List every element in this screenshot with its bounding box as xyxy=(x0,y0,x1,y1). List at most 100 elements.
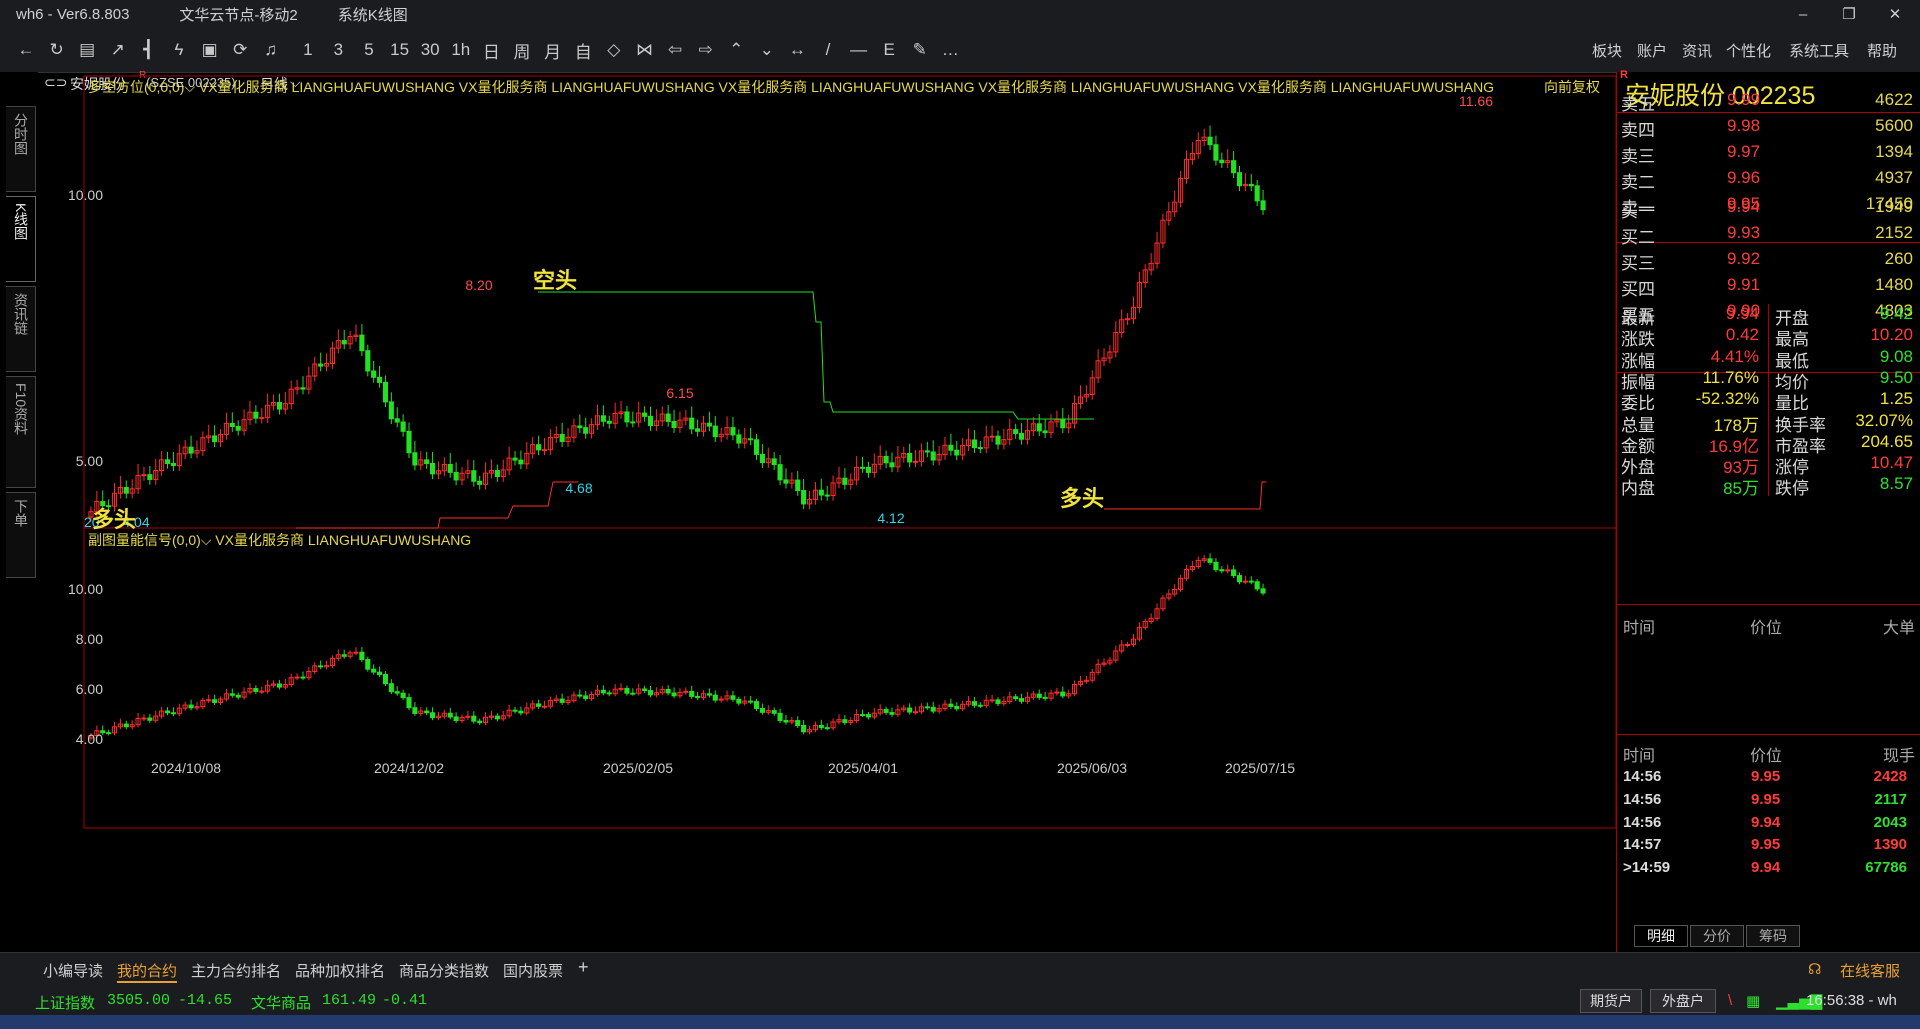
maximize-button[interactable]: ❐ xyxy=(1826,0,1872,28)
asks-row[interactable]: 卖四 9.98 5600 xyxy=(1621,116,1917,142)
toolbar-tool-28-icon[interactable]: E xyxy=(875,37,903,63)
toolbar-tool-22-icon[interactable]: ⇨ xyxy=(692,37,720,63)
asks-row[interactable]: 卖三 9.97 1394 xyxy=(1621,142,1917,168)
candle-body xyxy=(753,439,760,455)
toolbar-tool-5-icon[interactable]: ϟ xyxy=(165,37,193,63)
add-tab-button[interactable]: + xyxy=(578,957,589,978)
toolbar-tool-27-icon[interactable]: — xyxy=(845,37,873,63)
bear-label: 空头 xyxy=(533,268,577,293)
toolbar-tool-1-icon[interactable]: ↻ xyxy=(43,37,71,63)
quote-bottom-tabs: 明细 分价 筹码 xyxy=(1624,925,1910,947)
candle-body xyxy=(583,427,589,434)
footer-tab-main-rank[interactable]: 主力合约排名 xyxy=(191,960,281,981)
tab-news-chain[interactable]: 资讯链 xyxy=(6,286,36,372)
candle-body xyxy=(300,676,306,679)
candle-body xyxy=(1231,569,1237,577)
toolbar-tool-12-icon[interactable]: 15 xyxy=(386,37,414,63)
menu-personalize[interactable]: 个性化 xyxy=(1726,40,1771,61)
toolbar-tool-26-icon[interactable]: / xyxy=(814,37,842,63)
toolbar-tool-24-icon[interactable]: ⌄ xyxy=(753,37,781,63)
footer-tab-category-index[interactable]: 商品分类指数 xyxy=(399,960,489,981)
toolbar-tool-17-icon[interactable]: 月 xyxy=(539,37,567,63)
menu-help[interactable]: 帮助 xyxy=(1867,40,1897,61)
toolbar-tool-18-icon[interactable]: 自 xyxy=(569,37,597,63)
toolbar-tool-19-icon[interactable]: ◇ xyxy=(600,37,628,63)
toolbar-tool-29-icon[interactable]: ✎ xyxy=(906,37,934,63)
bids-row[interactable]: 买二 9.93 2152 xyxy=(1621,223,1917,249)
toolbar-tool-21-icon[interactable]: ⇦ xyxy=(661,37,689,63)
overseas-account-button[interactable]: 外盘户 xyxy=(1650,989,1716,1013)
candle-body xyxy=(647,690,654,696)
menu-tools[interactable]: 系统工具 xyxy=(1789,40,1849,61)
toolbar-tool-14-icon[interactable]: 1h xyxy=(447,37,475,63)
footer-tab-guide[interactable]: 小编导读 xyxy=(43,960,103,981)
toolbar-tool-25-icon[interactable]: ↔ xyxy=(783,37,811,63)
asks-row[interactable]: 卖二 9.96 4937 xyxy=(1621,168,1917,194)
toolbar-tool-2-icon[interactable]: ▤ xyxy=(73,37,101,63)
tick-p: 9.95 xyxy=(1751,768,1781,785)
toolbar-tool-8-icon[interactable]: ♫ xyxy=(257,37,285,63)
toolbar-tool-20-icon[interactable]: ⋈ xyxy=(630,37,658,63)
candle-body xyxy=(1036,693,1042,698)
toolbar-tool-16-icon[interactable]: 周 xyxy=(508,37,536,63)
toolbar-tool-9-icon[interactable]: 1 xyxy=(294,37,322,63)
toolbar-tool-23-icon[interactable]: ⌃ xyxy=(722,37,750,63)
candle-body xyxy=(912,711,919,714)
toolbar-tool-11-icon[interactable]: 5 xyxy=(355,37,383,63)
asks-row[interactable]: 卖五 9.99 4622 xyxy=(1621,90,1917,116)
candle-body xyxy=(318,665,324,668)
footer-tab-domestic-stocks[interactable]: 国内股票 xyxy=(503,960,563,981)
stat-value: 4.41% xyxy=(1710,346,1759,366)
tab-intraday[interactable]: 分时图 xyxy=(6,106,36,192)
futures-account-button[interactable]: 期货户 xyxy=(1580,989,1642,1013)
candle-body xyxy=(388,401,394,420)
candle-body xyxy=(1260,588,1266,594)
stat-value: 9.50 xyxy=(1879,367,1913,387)
bids-row[interactable]: 买一 9.94 1949 xyxy=(1621,197,1917,223)
close-button[interactable]: ✕ xyxy=(1872,0,1918,28)
online-service-link[interactable]: 在线客服 xyxy=(1840,960,1900,981)
toolbar-tool-3-icon[interactable]: ↗ xyxy=(104,37,132,63)
toolbar-tool-30-icon[interactable]: … xyxy=(936,37,964,63)
bids-volume: 1480 xyxy=(1875,275,1913,294)
candle-body xyxy=(536,444,542,451)
toolbar-tool-15-icon[interactable]: 日 xyxy=(477,37,505,63)
toolbar-tool-4-icon[interactable]: ┫ xyxy=(134,37,162,63)
bids-row[interactable]: 买三 9.92 260 xyxy=(1621,249,1917,275)
bids-price: 9.93 xyxy=(1727,223,1761,242)
candle-body xyxy=(759,707,765,713)
kline-chart-area[interactable]: ⊂⊃ 安妮股份 R (SZSE 002235) 日线 ⌵ 多空方位(0,0,0)… xyxy=(38,70,1616,952)
stat-value: 9.94 xyxy=(1725,304,1759,323)
tab-detail[interactable]: 明细 xyxy=(1634,925,1688,947)
tab-price-dist[interactable]: 分价 xyxy=(1690,925,1744,947)
toolbar-tool-6-icon[interactable]: ▣ xyxy=(196,37,224,63)
footer-tab-weighted-rank[interactable]: 品种加权排名 xyxy=(295,960,385,981)
candle-body xyxy=(318,363,324,367)
bids-row[interactable]: 买四 9.91 1480 xyxy=(1621,275,1917,301)
index1-change: -14.65 xyxy=(178,992,233,1009)
candle-body xyxy=(706,422,712,427)
candle-body xyxy=(889,711,895,715)
toolbar-tool-10-icon[interactable]: 3 xyxy=(324,37,352,63)
menu-sector[interactable]: 板块 xyxy=(1592,40,1622,61)
tab-chips[interactable]: 筹码 xyxy=(1746,925,1800,947)
x-date-6: 2025/07/15 xyxy=(1225,760,1295,776)
candle-body xyxy=(512,457,518,461)
headset-icon[interactable]: ☊ xyxy=(1808,960,1821,978)
toolbar-tool-0-icon[interactable]: ← xyxy=(12,37,40,63)
candle-body xyxy=(276,683,282,688)
candle-body xyxy=(294,676,300,679)
menu-news[interactable]: 资讯 xyxy=(1682,40,1712,61)
menu-account[interactable]: 账户 xyxy=(1637,40,1667,61)
x-date-4: 2025/04/01 xyxy=(828,760,898,776)
toolbar-tool-7-icon[interactable]: ⟳ xyxy=(226,37,254,63)
minimize-button[interactable]: – xyxy=(1780,0,1826,28)
tab-kline[interactable]: K线图 xyxy=(6,196,36,282)
tab-order[interactable]: 下单 xyxy=(6,492,36,578)
bull-trend-line-2 xyxy=(1104,481,1266,510)
toolbar-tool-13-icon[interactable]: 30 xyxy=(416,37,444,63)
footer-tab-my-contracts[interactable]: 我的合约 xyxy=(117,960,178,983)
candle-body xyxy=(995,435,1001,445)
candle-body xyxy=(824,494,830,497)
tab-f10[interactable]: F10资料 xyxy=(6,376,36,488)
